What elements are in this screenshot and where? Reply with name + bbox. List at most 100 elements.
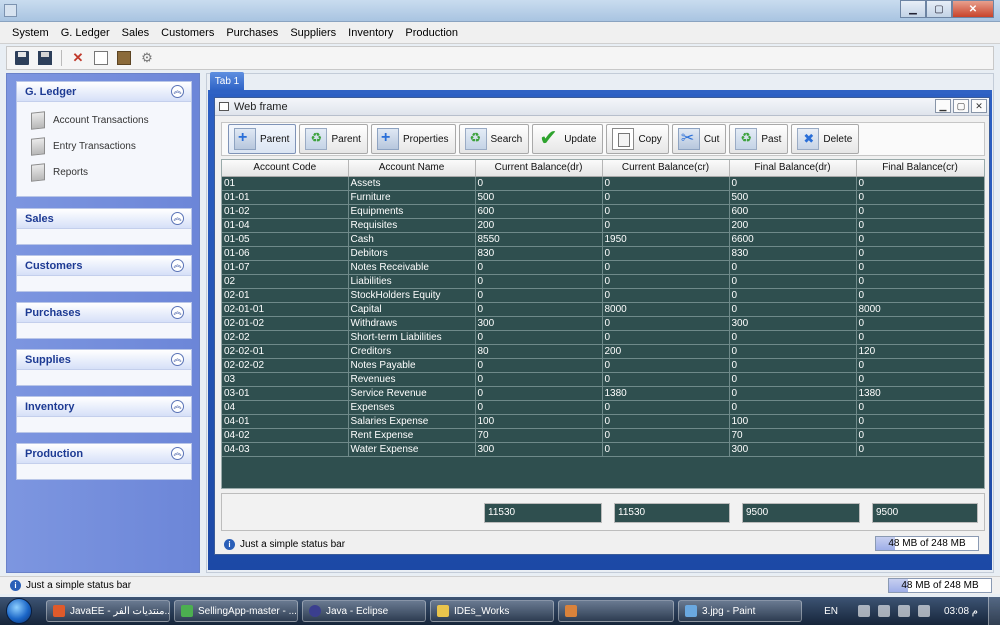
cell-final-dr[interactable]: 300 [729, 442, 857, 457]
cell-account-name[interactable]: StockHolders Equity [348, 288, 476, 303]
cell-current-cr[interactable]: 0 [602, 442, 730, 457]
update-button[interactable]: Update [532, 124, 604, 154]
cell-current-cr[interactable]: 8000 [602, 302, 730, 317]
cell-final-dr[interactable]: 830 [729, 246, 857, 261]
cell-final-cr[interactable]: 0 [856, 218, 984, 233]
cell-final-dr[interactable]: 300 [729, 316, 857, 331]
flag-icon[interactable] [857, 605, 870, 617]
gear-icon[interactable]: ⚙ [140, 51, 154, 65]
cell-final-cr[interactable]: 0 [856, 358, 984, 373]
cell-current-cr[interactable]: 0 [602, 372, 730, 387]
cell-final-dr[interactable]: 0 [729, 302, 857, 317]
frame-minimize-button[interactable]: ▁ [935, 99, 951, 113]
sidebar-group-header[interactable]: Sales ︽ [17, 209, 191, 229]
cell-account-name[interactable]: Rent Expense [348, 428, 476, 443]
cell-account-code[interactable]: 01-05 [222, 232, 349, 247]
cell-final-dr[interactable]: 0 [729, 386, 857, 401]
cell-account-code[interactable]: 02-02-02 [222, 358, 349, 373]
menu-system[interactable]: System [6, 27, 55, 39]
table-row[interactable]: 01-06 Debitors 830 0 830 0 [222, 246, 984, 261]
cell-final-dr[interactable]: 6600 [729, 232, 857, 247]
cell-account-name[interactable]: Short-term Liabilities [348, 330, 476, 345]
table-row[interactable]: 01-02 Equipments 600 0 600 0 [222, 204, 984, 219]
cell-account-code[interactable]: 02-01-02 [222, 316, 349, 331]
network-icon[interactable] [897, 605, 910, 617]
cell-final-cr[interactable]: 0 [856, 260, 984, 275]
minimize-button[interactable]: ▁ [900, 0, 926, 18]
cell-account-code[interactable]: 01-06 [222, 246, 349, 261]
cell-account-name[interactable]: Notes Receivable [348, 260, 476, 275]
cell-account-name[interactable]: Furniture [348, 190, 476, 205]
cell-final-cr[interactable]: 0 [856, 330, 984, 345]
cell-current-cr[interactable]: 0 [602, 414, 730, 429]
cell-account-name[interactable]: Revenues [348, 372, 476, 387]
sidebar-item-account-transactions[interactable]: Account Transactions [17, 107, 191, 133]
cell-account-code[interactable]: 02-02 [222, 330, 349, 345]
cell-current-cr[interactable]: 0 [602, 218, 730, 233]
menu-production[interactable]: Production [399, 27, 464, 39]
table-row[interactable]: 02-01-02 Withdraws 300 0 300 0 [222, 316, 984, 331]
cell-account-name[interactable]: Expenses [348, 400, 476, 415]
cell-account-code[interactable]: 02-01 [222, 288, 349, 303]
cell-current-dr[interactable]: 300 [475, 316, 603, 331]
table-row[interactable]: 01-05 Cash 8550 1950 6600 0 [222, 232, 984, 247]
cell-current-cr[interactable]: 1950 [602, 232, 730, 247]
cell-final-cr[interactable]: 0 [856, 372, 984, 387]
cell-current-dr[interactable]: 300 [475, 442, 603, 457]
cell-current-dr[interactable]: 0 [475, 260, 603, 275]
cell-final-dr[interactable]: 0 [729, 358, 857, 373]
collapse-chevron-icon[interactable]: ︽ [171, 447, 184, 460]
cell-current-dr[interactable]: 0 [475, 176, 603, 191]
sidebar-group-header[interactable]: G. Ledger ︽ [17, 82, 191, 102]
menu-purchases[interactable]: Purchases [220, 27, 284, 39]
cell-current-cr[interactable]: 0 [602, 358, 730, 373]
cell-final-cr[interactable]: 0 [856, 246, 984, 261]
cell-account-name[interactable]: Withdraws [348, 316, 476, 331]
cell-account-name[interactable]: Liabilities [348, 274, 476, 289]
cell-account-code[interactable]: 04-02 [222, 428, 349, 443]
table-row[interactable]: 02-02-02 Notes Payable 0 0 0 0 [222, 358, 984, 373]
collapse-chevron-icon[interactable]: ︽ [171, 212, 184, 225]
cell-current-dr[interactable]: 200 [475, 218, 603, 233]
action-center-icon[interactable] [877, 605, 890, 617]
cell-current-dr[interactable]: 8550 [475, 232, 603, 247]
table-row[interactable]: 03 Revenues 0 0 0 0 [222, 372, 984, 387]
cell-current-cr[interactable]: 200 [602, 344, 730, 359]
cell-account-code[interactable]: 04-01 [222, 414, 349, 429]
cell-account-name[interactable]: Creditors [348, 344, 476, 359]
cell-final-dr[interactable]: 0 [729, 260, 857, 275]
cell-current-dr[interactable]: 500 [475, 190, 603, 205]
cell-final-dr[interactable]: 0 [729, 344, 857, 359]
table-row[interactable]: 02-02 Short-term Liabilities 0 0 0 0 [222, 330, 984, 345]
memory-indicator[interactable]: 48 MB of 248 MB [875, 536, 979, 551]
cell-current-dr[interactable]: 0 [475, 274, 603, 289]
cell-final-cr[interactable]: 0 [856, 414, 984, 429]
table-row[interactable]: 04-01 Salaries Expense 100 0 100 0 [222, 414, 984, 429]
menu-customers[interactable]: Customers [155, 27, 220, 39]
cell-account-name[interactable]: Capital [348, 302, 476, 317]
sidebar-group-header[interactable]: Supplies ︽ [17, 350, 191, 370]
taskbar-item-eclipse[interactable]: Java - Eclipse [302, 600, 426, 622]
cell-current-cr[interactable]: 0 [602, 176, 730, 191]
copy-button[interactable]: Copy [606, 124, 669, 154]
taskbar-item-folder[interactable]: IDEs_Works [430, 600, 554, 622]
cell-final-cr[interactable]: 8000 [856, 302, 984, 317]
cell-account-name[interactable]: Notes Payable [348, 358, 476, 373]
taskbar-item-browser[interactable]: JavaEE - منتديات الفر... [46, 600, 170, 622]
table-row[interactable]: 04-03 Water Expense 300 0 300 0 [222, 442, 984, 457]
cell-final-dr[interactable]: 0 [729, 330, 857, 345]
tab-1[interactable]: Tab 1 [210, 72, 244, 90]
cell-account-name[interactable]: Equipments [348, 204, 476, 219]
cell-account-name[interactable]: Water Expense [348, 442, 476, 457]
column-header-account-code[interactable]: Account Code [222, 160, 349, 177]
cell-account-name[interactable]: Requisites [348, 218, 476, 233]
collapse-chevron-icon[interactable]: ︽ [171, 400, 184, 413]
cell-final-dr[interactable]: 70 [729, 428, 857, 443]
taskbar-item-sellingapp[interactable]: SellingApp-master - ... [174, 600, 298, 622]
taskbar-item-java[interactable] [558, 600, 674, 622]
column-header-current-balance-dr[interactable]: Current Balance(dr) [475, 160, 603, 177]
cell-final-cr[interactable]: 0 [856, 400, 984, 415]
properties-button[interactable]: Properties [370, 124, 456, 154]
cut-icon[interactable]: ✕ [71, 51, 85, 65]
cut-button[interactable]: Cut [671, 124, 727, 154]
